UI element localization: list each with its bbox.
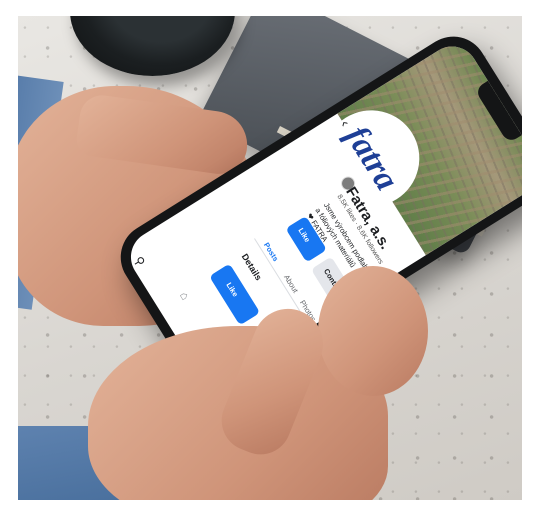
like-button-label: Like xyxy=(296,226,313,244)
tab-about[interactable]: About xyxy=(282,273,300,294)
tab-posts[interactable]: Posts xyxy=(262,241,280,263)
home-icon[interactable]: ⌂ xyxy=(177,289,193,303)
photo: fatra ‹ ⚲ Fatra, a.s. 8.5K likes · 8.6K … xyxy=(18,16,522,500)
like-button-label: Like xyxy=(224,280,240,299)
details-heading: Details xyxy=(239,251,264,283)
right-fingers xyxy=(318,266,428,396)
coffee-cup xyxy=(70,16,235,76)
